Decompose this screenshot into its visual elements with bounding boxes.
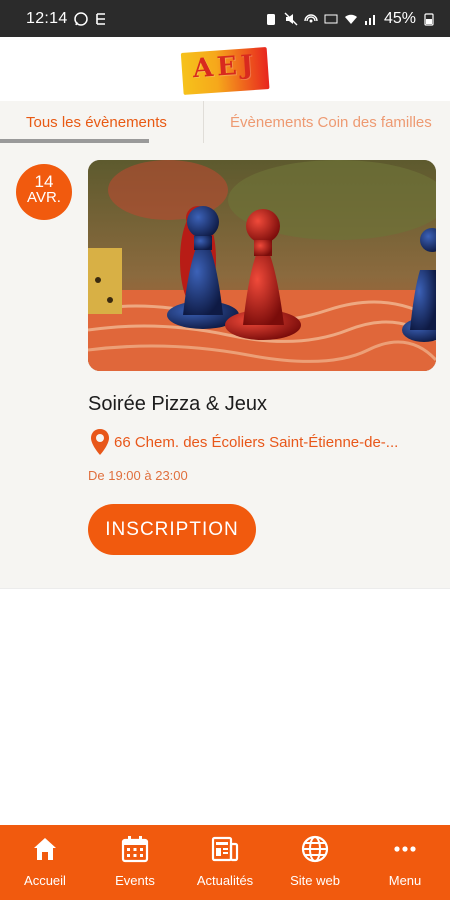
nav-news[interactable]: Actualités bbox=[180, 825, 270, 900]
logo-text: AEJ bbox=[191, 49, 258, 85]
nav-menu[interactable]: Menu bbox=[360, 825, 450, 900]
more-icon bbox=[394, 846, 416, 852]
nav-home-label: Accueil bbox=[24, 873, 66, 888]
whatsapp-icon bbox=[73, 11, 88, 26]
nav-menu-label: Menu bbox=[388, 873, 422, 888]
tab-family-events[interactable]: Évènements Coin des familles bbox=[203, 101, 450, 143]
nav-website-label: Site web bbox=[290, 873, 340, 888]
mute-icon bbox=[284, 12, 298, 25]
tab-all-events[interactable]: Tous les évènements bbox=[0, 101, 203, 143]
nav-website[interactable]: Site web bbox=[270, 825, 360, 900]
status-time: 12:14 bbox=[26, 9, 68, 27]
event-tabs: Tous les évènements Évènements Coin des … bbox=[0, 101, 450, 143]
home-icon bbox=[34, 838, 56, 860]
status-bar: 12:14 45% bbox=[0, 0, 450, 37]
date-day: 14 bbox=[34, 172, 54, 191]
hotspot-icon bbox=[304, 13, 318, 22]
aej-logo[interactable]: AEJ bbox=[180, 43, 270, 95]
app-header: AEJ bbox=[0, 37, 450, 101]
nav-events-label: Events bbox=[115, 873, 155, 888]
globe-icon bbox=[301, 835, 329, 863]
signal-icon bbox=[364, 14, 375, 25]
event-card[interactable]: 14 AVR. Soirée Pizza & Jeux 66 Chem. des… bbox=[0, 143, 450, 589]
inscription-button[interactable]: INSCRIPTION bbox=[88, 504, 256, 555]
event-hours: De 19:00 à 23:00 bbox=[88, 468, 188, 483]
nav-events[interactable]: Events bbox=[90, 825, 180, 900]
calendar-icon bbox=[121, 836, 149, 863]
event-title[interactable]: Soirée Pizza & Jeux bbox=[88, 393, 267, 416]
battery-level: 45% bbox=[383, 9, 416, 27]
status-left-icons bbox=[73, 11, 108, 26]
date-month: AVR. bbox=[27, 189, 61, 206]
wifi-icon bbox=[344, 14, 357, 24]
event-location[interactable]: 66 Chem. des Écoliers Saint-Étienne-de-.… bbox=[90, 428, 398, 456]
notification-icon bbox=[95, 12, 105, 25]
alarm-icon bbox=[266, 13, 275, 25]
bottom-navigation: Accueil Events Actualités Site web Menu bbox=[0, 825, 450, 900]
volte-icon bbox=[324, 14, 338, 23]
nav-news-label: Actualités bbox=[196, 873, 254, 888]
location-pin-icon bbox=[91, 429, 109, 455]
battery-icon bbox=[424, 12, 434, 26]
event-image[interactable] bbox=[88, 160, 436, 371]
event-address: 66 Chem. des Écoliers Saint-Étienne-de-.… bbox=[114, 433, 399, 451]
news-icon bbox=[211, 836, 239, 862]
board-game-pawns-image bbox=[88, 160, 436, 371]
status-right-icons: 45% bbox=[264, 10, 436, 28]
nav-home[interactable]: Accueil bbox=[0, 825, 90, 900]
date-badge: 14 AVR. bbox=[16, 164, 72, 220]
